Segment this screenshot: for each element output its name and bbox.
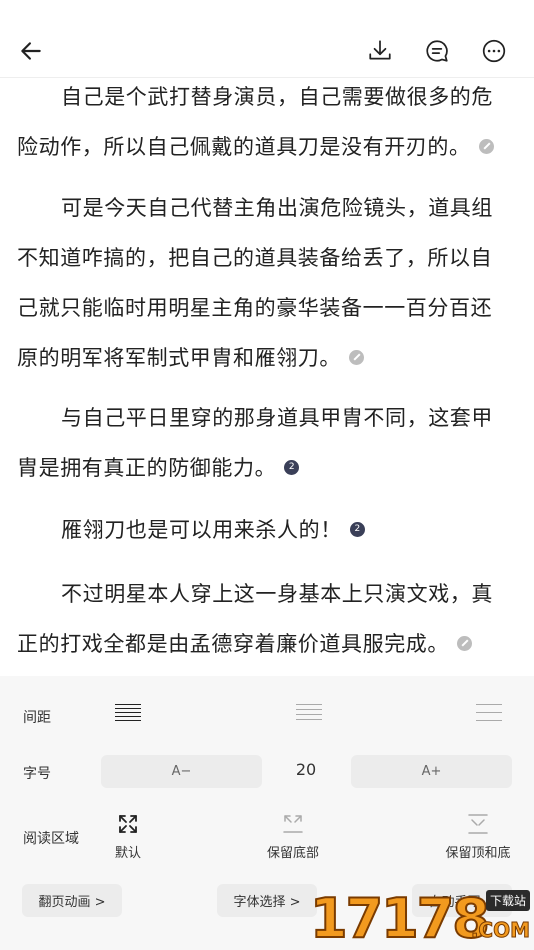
text-line: 险动作，所以自己佩戴的道具刀是没有开刃的。 xyxy=(17,122,517,172)
note-pencil-icon[interactable] xyxy=(478,138,494,154)
comment-count-badge[interactable]: 2 xyxy=(349,521,365,537)
expand-top-bottom-icon xyxy=(466,812,490,836)
spacing-compact-option[interactable] xyxy=(115,704,141,724)
comment-count-badge[interactable]: 2 xyxy=(284,459,300,475)
back-icon[interactable] xyxy=(16,36,46,66)
text-line: 己就只能临时用明星主角的豪华装备一一百分百还 xyxy=(17,296,493,320)
top-bar xyxy=(0,0,534,78)
text-line: 雁翎刀也是可以用来杀人的！ 2 xyxy=(17,505,517,555)
font-increase-button[interactable]: A+ xyxy=(351,755,512,788)
expand-icon xyxy=(116,812,140,836)
text-line: 胄是拥有真正的防御能力。 2 xyxy=(17,443,517,493)
watermark-suffix: .COM xyxy=(470,918,530,943)
note-pencil-icon[interactable] xyxy=(457,635,472,651)
paragraph: 不过明星本人穿上这一身基本上只演文戏，真 正的打戏全都是由孟德穿着廉价道具服完成… xyxy=(17,569,517,669)
expand-bottom-icon xyxy=(281,812,305,836)
note-pencil-icon[interactable] xyxy=(349,349,364,365)
paragraph: 雁翎刀也是可以用来杀人的！ 2 xyxy=(17,505,517,555)
page-animation-button[interactable]: 翻页动画 > xyxy=(22,884,122,917)
text-line: 不知道咋搞的，把自己的道具装备给丢了，所以自 xyxy=(17,246,493,270)
font-size-value: 20 xyxy=(295,760,317,779)
font-select-button[interactable]: 字体选择 > xyxy=(217,884,317,917)
area-option-keep-top-bottom[interactable]: 保留顶和底 xyxy=(418,812,534,861)
watermark-logo: 17178 下载站 .COM xyxy=(309,887,534,950)
text-line: 正的打戏全都是由孟德穿着廉价道具服完成。 xyxy=(17,619,517,669)
paragraph: 可是今天自己代替主角出演危险镜头，道具组 不知道咋搞的，把自己的道具装备给丢了，… xyxy=(17,183,517,383)
spacing-label: 间距 xyxy=(23,710,51,726)
area-option-label: 默认 xyxy=(114,846,141,861)
area-option-default[interactable]: 默认 xyxy=(68,812,188,861)
area-option-keep-bottom[interactable]: 保留底部 xyxy=(233,812,353,861)
download-icon[interactable] xyxy=(365,36,395,66)
spacing-loose-option[interactable] xyxy=(476,704,502,724)
spacing-medium-option[interactable] xyxy=(296,704,322,724)
area-option-label: 保留底部 xyxy=(266,846,319,861)
paragraph: 自己是个武打替身演员，自己需要做很多的危 险动作，所以自己佩戴的道具刀是没有开刃… xyxy=(17,72,517,172)
reading-content: 自己是个武打替身演员，自己需要做很多的危 险动作，所以自己佩戴的道具刀是没有开刃… xyxy=(0,72,534,676)
text-line: 与自己平日里穿的那身道具甲胄不同，这套甲 xyxy=(61,406,493,430)
text-line: 原的明军将军制式甲胄和雁翎刀。 xyxy=(17,333,517,383)
paragraph: 与自己平日里穿的那身道具甲胄不同，这套甲 胄是拥有真正的防御能力。 2 xyxy=(17,393,517,493)
font-decrease-button[interactable]: A− xyxy=(101,755,262,788)
area-option-label: 保留顶和底 xyxy=(445,846,511,861)
comment-icon[interactable] xyxy=(422,36,452,66)
font-size-label: 字号 xyxy=(23,766,51,782)
watermark-badge: 下载站 xyxy=(485,890,530,911)
text-line: 自己是个武打替身演员，自己需要做很多的危 xyxy=(61,85,493,109)
text-line: 不过明星本人穿上这一身基本上只演文戏，真 xyxy=(61,582,493,606)
watermark-digits: 17178 xyxy=(309,887,491,950)
text-line: 可是今天自己代替主角出演危险镜头，道具组 xyxy=(61,196,493,220)
more-icon[interactable] xyxy=(479,36,509,66)
